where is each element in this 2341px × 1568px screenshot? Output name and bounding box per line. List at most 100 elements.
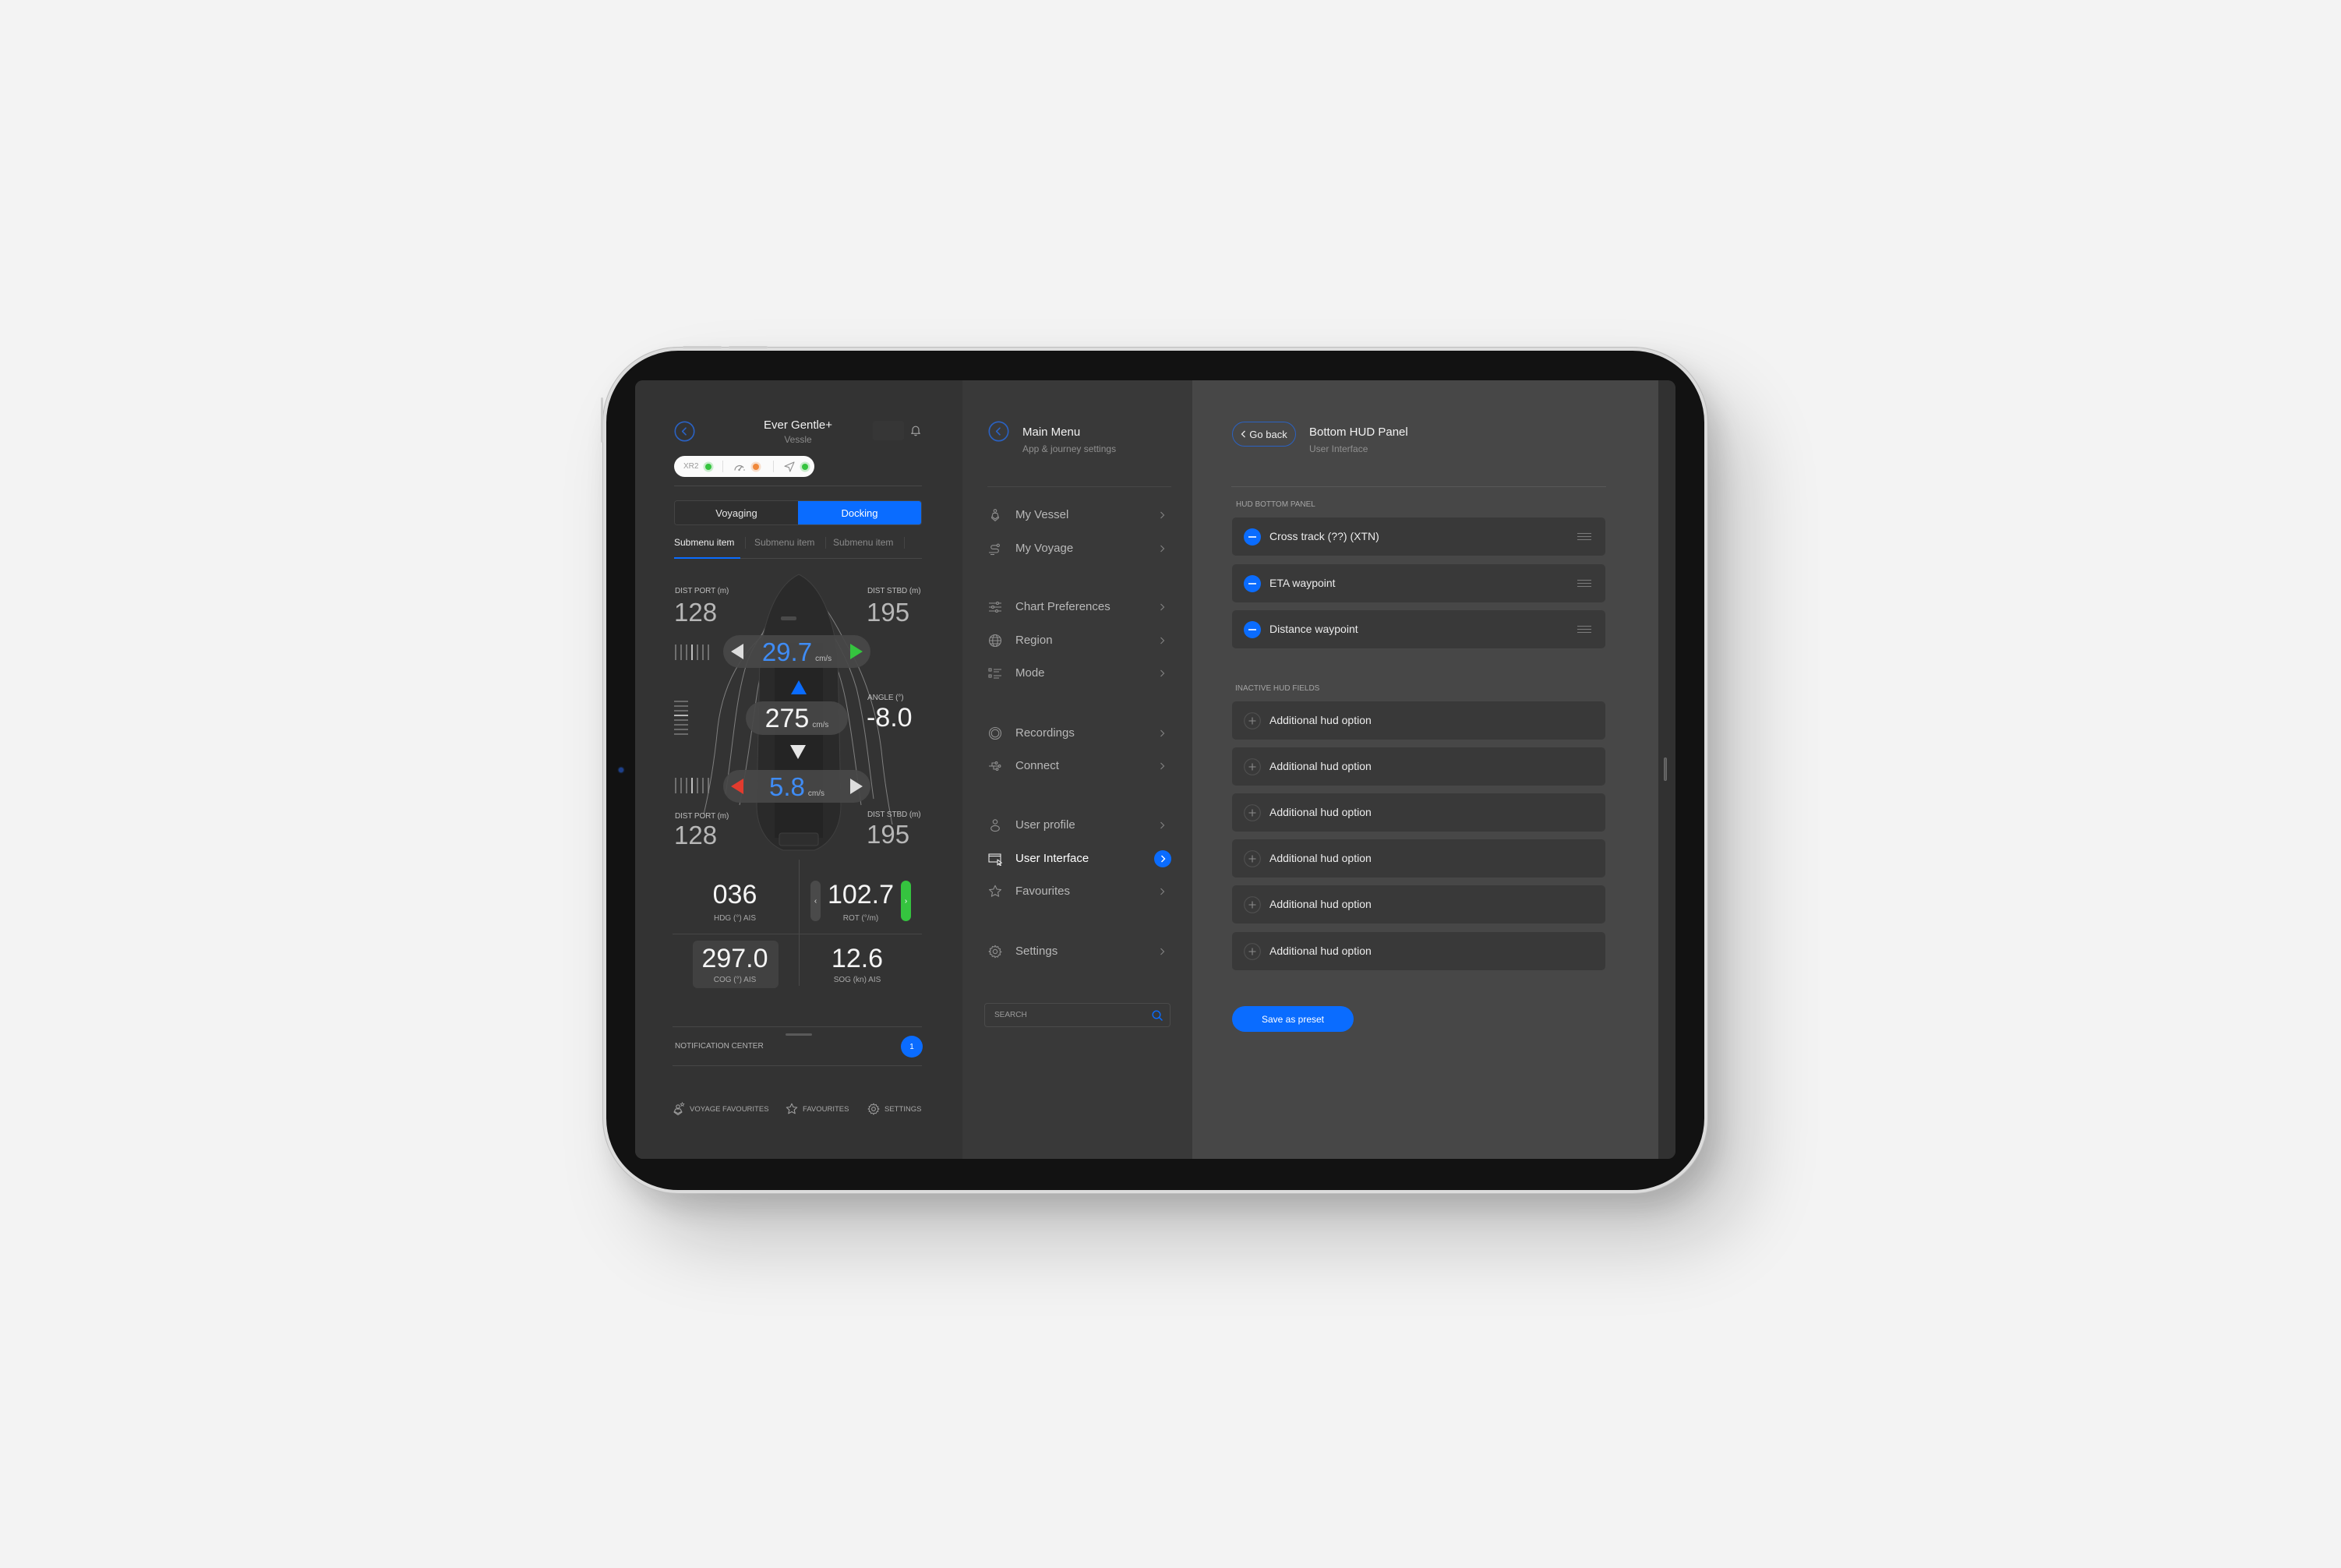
astern-arrow-icon[interactable] <box>789 744 807 760</box>
menu-item-recordings[interactable]: Recordings <box>984 720 1171 747</box>
chevron-left-circle-icon <box>674 421 695 442</box>
drag-handle-icon[interactable] <box>1577 579 1591 588</box>
add-field-icon[interactable] <box>1244 895 1261 913</box>
hud-field-label: Distance waypoint <box>1269 623 1358 635</box>
search-icon[interactable] <box>1152 1010 1163 1021</box>
mode-voyaging[interactable]: Voyaging <box>675 501 798 524</box>
speed-readout: 275 cm/s <box>746 701 848 735</box>
rot-prev-button[interactable]: ‹ <box>810 881 821 921</box>
vessel-stern-block <box>779 832 819 846</box>
nav-voyage-favourites[interactable]: VOYAGE FAVOURITES <box>673 1102 769 1116</box>
hud-field-label: Additional hud option <box>1269 806 1372 818</box>
menu-item-label: Recordings <box>1015 726 1075 740</box>
menu-item-favourites[interactable]: Favourites <box>984 878 1171 905</box>
inactive-hud-field[interactable]: Additional hud option <box>1232 839 1605 878</box>
remove-field-icon[interactable] <box>1244 620 1261 638</box>
vessel-icon <box>990 509 1000 521</box>
ahead-arrow-icon[interactable] <box>790 680 807 695</box>
menu-item-my-vessel[interactable]: My Vessel <box>984 502 1171 528</box>
menu-item-label: Chart Preferences <box>1015 600 1110 613</box>
connection-status-pill[interactable]: XR2 <box>674 456 814 477</box>
heading-value: 036 <box>712 880 757 909</box>
menu-item-settings[interactable]: Settings <box>984 938 1171 965</box>
add-field-icon[interactable] <box>1244 942 1261 960</box>
submenu-tab[interactable]: Submenu item <box>674 538 734 548</box>
user-icon <box>990 819 1000 832</box>
window-cursor-icon <box>988 853 1002 866</box>
angle-label: ANGLE (°) <box>867 694 904 702</box>
drag-handle-icon[interactable] <box>1577 625 1591 634</box>
power-button <box>601 397 603 443</box>
notifications-button[interactable] <box>909 424 922 436</box>
active-hud-field[interactable]: Cross track (??) (XTN) <box>1232 517 1605 556</box>
go-back-label: Go back <box>1249 428 1287 440</box>
remove-field-icon[interactable] <box>1244 528 1261 546</box>
menu-item-my-voyage[interactable]: My Voyage <box>984 535 1171 562</box>
nav-favourites[interactable]: FAVOURITES <box>786 1102 849 1116</box>
menu-item-region[interactable]: Region <box>984 627 1171 654</box>
device-label: XR2 <box>683 462 699 471</box>
vessel-panel: Ever Gentle+ Vessle XR2 Voyaging Docking… <box>635 380 962 1159</box>
mode-docking[interactable]: Docking <box>798 501 921 524</box>
gear-icon <box>867 1103 880 1115</box>
go-back-button[interactable]: Go back <box>1232 422 1296 447</box>
drag-handle-icon[interactable] <box>1577 532 1591 541</box>
scroll-handle[interactable] <box>1664 758 1667 781</box>
add-field-icon[interactable] <box>1244 712 1261 729</box>
add-field-icon[interactable] <box>1244 849 1261 867</box>
scroll-track[interactable] <box>1658 380 1675 1159</box>
menu-item-user-interface[interactable]: User Interface <box>984 846 1171 872</box>
front-camera <box>619 768 623 772</box>
submenu-divider <box>825 537 826 549</box>
bow-port-arrow-icon[interactable] <box>730 643 744 660</box>
inactive-hud-field[interactable]: Additional hud option <box>1232 747 1605 786</box>
nav-settings[interactable]: SETTINGS <box>867 1102 922 1116</box>
main-menu-back-button[interactable] <box>988 421 1009 442</box>
dist-port-aft-value: 128 <box>674 821 718 849</box>
menu-item-connect[interactable]: Connect <box>984 753 1171 779</box>
menu-item-chart-preferences[interactable]: Chart Preferences <box>984 594 1171 620</box>
notification-count-badge[interactable]: 1 <box>901 1036 923 1058</box>
bell-icon <box>911 426 920 436</box>
speed-over-ground-label: SOG (kn) AIS <box>833 976 881 984</box>
save-as-preset-button[interactable]: Save as preset <box>1232 1006 1354 1032</box>
speed-over-ground-value: 12.6 <box>831 944 884 973</box>
inactive-hud-field[interactable]: Additional hud option <box>1232 932 1605 970</box>
menu-item-mode[interactable]: Mode <box>984 660 1171 687</box>
dist-stbd-fwd-value: 195 <box>867 598 910 627</box>
vessel-hatch <box>781 616 796 620</box>
inactive-hud-field[interactable]: Additional hud option <box>1232 885 1605 923</box>
notification-center-label[interactable]: NOTIFICATION CENTER <box>675 1043 764 1051</box>
chevron-right-icon <box>1160 511 1165 519</box>
vessel-back-button[interactable] <box>674 421 695 442</box>
chevron-right-icon <box>1160 948 1165 955</box>
star-icon <box>989 885 1001 897</box>
menu-search-input[interactable] <box>985 1004 1170 1026</box>
bow-stbd-arrow-icon[interactable] <box>849 643 863 660</box>
bow-thrust-scale <box>675 645 709 660</box>
stern-stbd-arrow-icon[interactable] <box>849 778 863 795</box>
add-field-icon[interactable] <box>1244 758 1261 775</box>
active-fields-section-label: HUD BOTTOM PANEL <box>1236 500 1315 509</box>
hud-field-label: Additional hud option <box>1269 852 1372 864</box>
submenu-tab[interactable]: Submenu item <box>754 538 814 548</box>
inactive-hud-field[interactable]: Additional hud option <box>1232 701 1605 740</box>
chevron-left-circle-icon <box>988 421 1009 442</box>
submenu-tab[interactable]: Submenu item <box>833 538 893 548</box>
main-menu-title: Main Menu <box>1022 426 1081 439</box>
status-divider <box>773 461 774 472</box>
dist-port-fwd-label: DIST PORT (m) <box>675 587 729 595</box>
hud-field-label: Additional hud option <box>1269 714 1372 726</box>
remove-field-icon[interactable] <box>1244 574 1261 592</box>
rot-next-button[interactable]: › <box>901 881 911 921</box>
drawer-handle[interactable] <box>786 1033 812 1036</box>
dist-port-aft-label: DIST PORT (m) <box>675 812 729 821</box>
active-hud-field[interactable]: Distance waypoint <box>1232 610 1605 648</box>
inactive-hud-field[interactable]: Additional hud option <box>1232 793 1605 832</box>
angle-value: -8.0 <box>867 703 913 733</box>
active-hud-field[interactable]: ETA waypoint <box>1232 564 1605 602</box>
menu-item-user-profile[interactable]: User profile <box>984 812 1171 839</box>
add-field-icon[interactable] <box>1244 803 1261 821</box>
stern-port-arrow-icon[interactable] <box>730 778 744 795</box>
menu-search <box>984 1003 1170 1027</box>
